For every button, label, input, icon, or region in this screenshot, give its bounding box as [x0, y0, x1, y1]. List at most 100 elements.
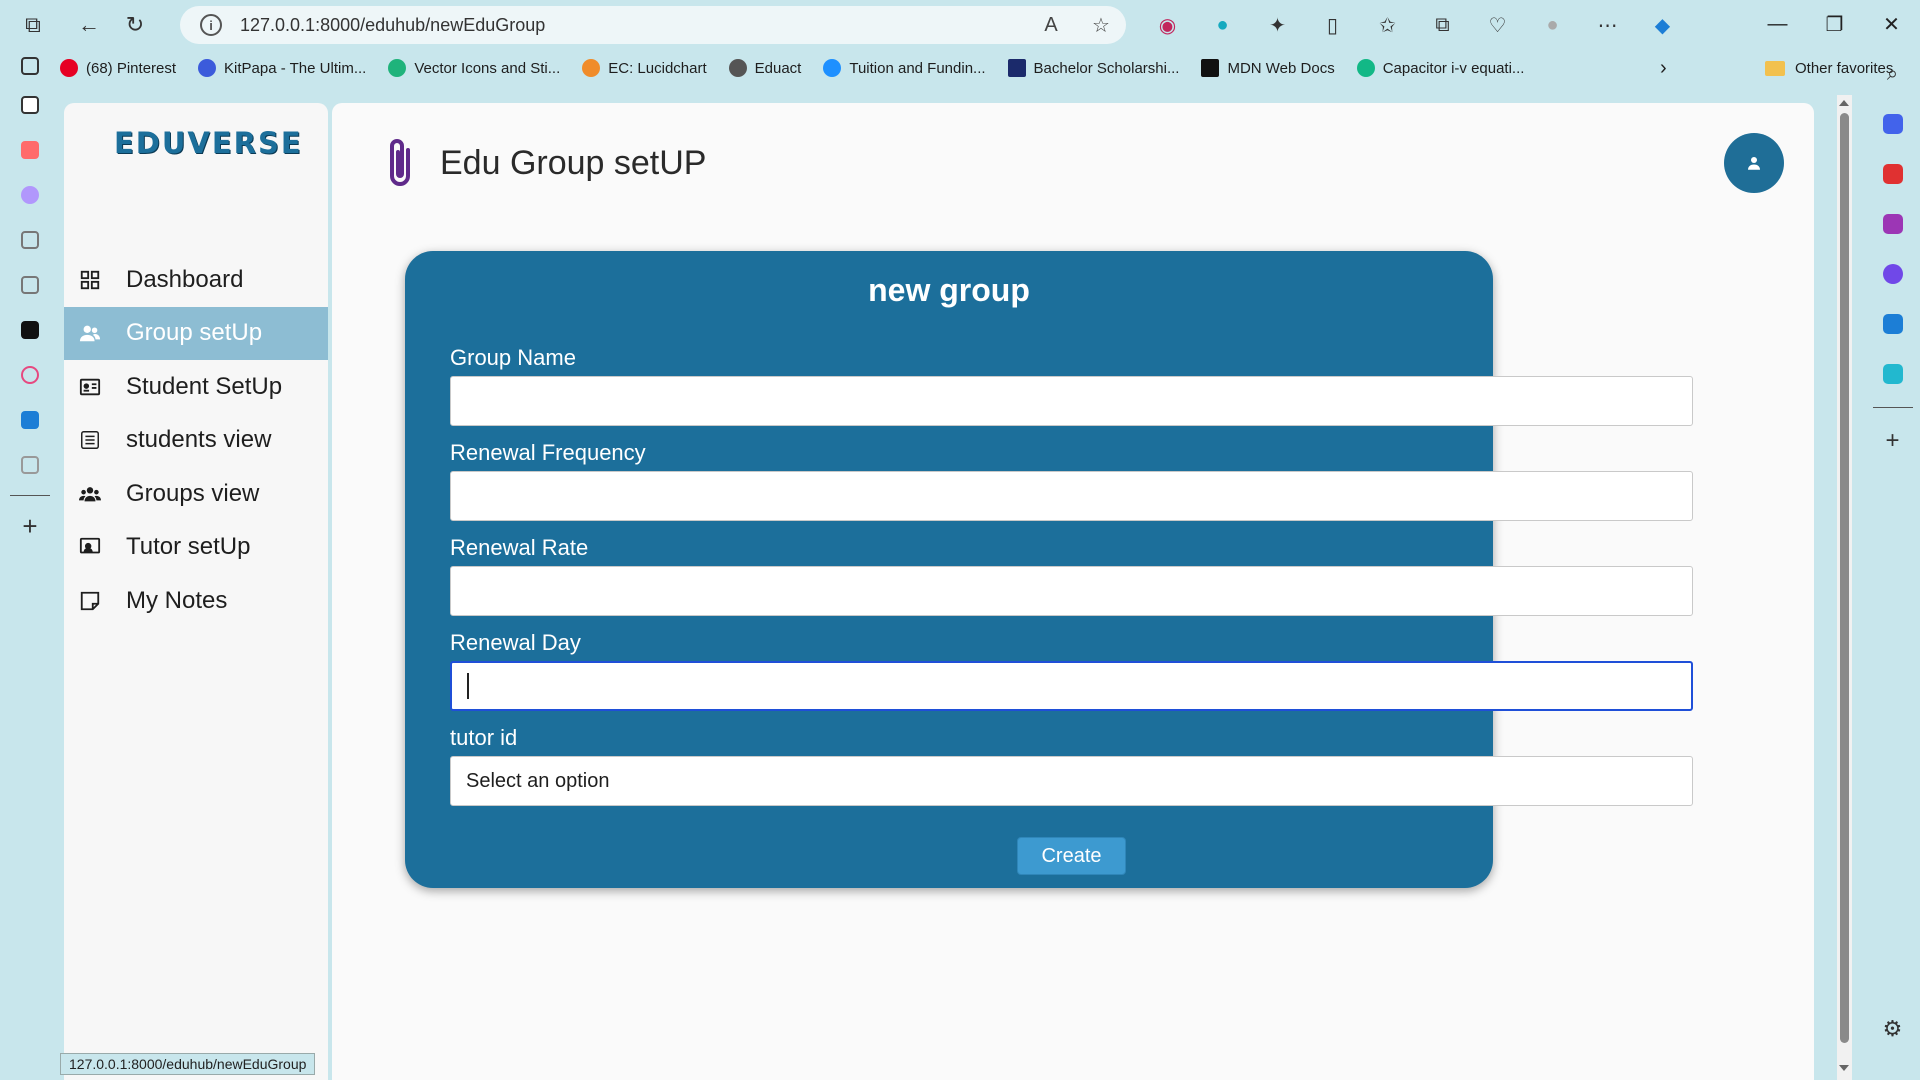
- bookmark-label: (68) Pinterest: [86, 59, 177, 77]
- page-viewport: EDUVERSE Dashboard Group setUp Student S…: [60, 95, 1838, 1080]
- tab-icon[interactable]: [0, 442, 60, 487]
- paperclip-icon: [390, 139, 410, 186]
- m365-icon[interactable]: [1865, 249, 1920, 299]
- sidebar-item-label: Groups view: [126, 479, 260, 507]
- scholarship-icon: [1007, 59, 1026, 77]
- vertical-tab-bar: +: [0, 50, 60, 1080]
- create-button[interactable]: Create: [1017, 837, 1126, 875]
- settings-icon[interactable]: ⚙: [1865, 1004, 1920, 1054]
- bookmark-item[interactable]: Vector Icons and Sti...: [388, 59, 560, 77]
- group-name-label: Group Name: [450, 345, 576, 370]
- games-icon[interactable]: [1865, 199, 1920, 249]
- collections-icon[interactable]: ⧉: [1415, 6, 1470, 44]
- bookmark-label: Capacitor i-v equati...: [1382, 59, 1525, 77]
- renewal-frequency-input[interactable]: [450, 471, 1693, 521]
- extension-icon[interactable]: ◉: [1140, 6, 1195, 44]
- renewal-day-input[interactable]: [450, 661, 1693, 711]
- tab-icon[interactable]: [0, 172, 60, 217]
- user-icon: [1748, 157, 1760, 170]
- tools-icon[interactable]: [1865, 149, 1920, 199]
- sidebar-item-label: Dashboard: [126, 265, 244, 293]
- tab-icon[interactable]: [0, 217, 60, 262]
- scroll-thumb[interactable]: [1840, 113, 1849, 1043]
- sidebar-item-my-notes[interactable]: My Notes: [64, 574, 328, 628]
- address-bar[interactable]: i 127.0.0.1:8000/eduhub/newEduGroup A ☆: [180, 6, 1126, 44]
- tab-icon[interactable]: [0, 307, 60, 352]
- kitpapa-icon: [198, 59, 217, 77]
- bookmark-item[interactable]: MDN Web Docs: [1201, 59, 1335, 77]
- shopping-icon[interactable]: [1865, 99, 1920, 149]
- renewal-rate-input[interactable]: [450, 566, 1693, 616]
- address-url[interactable]: 127.0.0.1:8000/eduhub/newEduGroup: [240, 15, 1026, 36]
- sidebar-item-groups-view[interactable]: Groups view: [64, 467, 328, 521]
- sidebar-item-group-setup[interactable]: Group setUp: [64, 306, 328, 360]
- site-info-icon[interactable]: i: [200, 14, 222, 36]
- bookmark-item[interactable]: (68) Pinterest: [60, 59, 176, 77]
- tutor-id-select[interactable]: Select an option: [450, 756, 1693, 806]
- app-logo[interactable]: EDUVERSE: [114, 126, 301, 160]
- active-tab-icon[interactable]: [0, 82, 60, 127]
- pinterest-icon: [60, 59, 78, 77]
- profile-icon[interactable]: ●: [1525, 6, 1580, 44]
- bookmark-item[interactable]: Bachelor Scholarshi...: [1007, 59, 1180, 77]
- right-sidebar: ⌕ + ⚙: [1865, 49, 1920, 1080]
- copilot-icon[interactable]: ◆: [1635, 6, 1690, 44]
- favorite-star-icon[interactable]: ☆: [1076, 13, 1126, 38]
- tab-icon[interactable]: [0, 262, 60, 307]
- close-icon[interactable]: ✕: [1863, 0, 1920, 49]
- grammarly-icon[interactable]: ●: [1195, 6, 1250, 44]
- bookmark-item[interactable]: Tuition and Fundin...: [823, 59, 986, 77]
- bookmark-item[interactable]: KitPapa - The Ultim...: [198, 59, 366, 77]
- send-icon[interactable]: [1865, 349, 1920, 399]
- page-scrollbar[interactable]: [1837, 95, 1852, 1080]
- add-icon[interactable]: +: [1865, 416, 1920, 466]
- sidebar-item-student-setup[interactable]: Student SetUp: [64, 360, 328, 414]
- outlook-icon[interactable]: [1865, 299, 1920, 349]
- search-icon[interactable]: ⌕: [1865, 49, 1920, 99]
- sidebar-item-label: My Notes: [126, 586, 228, 614]
- refresh-icon[interactable]: ↻: [112, 5, 158, 45]
- tab-actions-icon[interactable]: [0, 50, 60, 82]
- group-name-input[interactable]: [450, 376, 1693, 426]
- bookmark-label: EC: Lucidchart: [608, 59, 707, 77]
- scroll-down-icon[interactable]: [1839, 1065, 1849, 1071]
- more-icon[interactable]: ⋯: [1580, 6, 1635, 44]
- extensions-row: ◉ ● ✦ ▯ ✩ ⧉ ♡ ● ⋯ ◆: [1140, 6, 1690, 44]
- favorites-icon[interactable]: ✩: [1360, 6, 1415, 44]
- back-icon[interactable]: ←: [66, 5, 112, 45]
- puzzle-icon[interactable]: ✦: [1250, 6, 1305, 44]
- bookmark-label: Vector Icons and Sti...: [414, 59, 561, 77]
- app-sidebar: EDUVERSE Dashboard Group setUp Student S…: [64, 103, 328, 1080]
- text-caret: [467, 673, 469, 699]
- sidebar-item-tutor-setup[interactable]: Tutor setUp: [64, 521, 328, 575]
- form-title: new group: [868, 272, 1030, 308]
- lucidchart-icon: [582, 59, 601, 77]
- split-screen-icon[interactable]: ▯: [1305, 6, 1360, 44]
- mdn-icon: [1201, 59, 1220, 77]
- bookmark-item[interactable]: Eduact: [728, 59, 802, 77]
- tab-icon[interactable]: [0, 397, 60, 442]
- workspaces-icon[interactable]: ⧉: [0, 5, 66, 45]
- sidebar-item-label: Tutor setUp: [126, 533, 251, 561]
- bookmark-label: Bachelor Scholarshi...: [1033, 59, 1180, 77]
- bookmark-label: Eduact: [754, 59, 802, 77]
- minimize-icon[interactable]: —: [1749, 0, 1806, 49]
- read-aloud-icon[interactable]: A: [1026, 14, 1076, 37]
- new-tab-icon[interactable]: +: [0, 504, 60, 549]
- sidebar-item-label: Group setUp: [126, 319, 263, 347]
- capacitor-icon: [1356, 59, 1375, 77]
- performance-icon[interactable]: ♡: [1470, 6, 1525, 44]
- bookmark-item[interactable]: EC: Lucidchart: [582, 59, 707, 77]
- restore-icon[interactable]: ❐: [1806, 0, 1863, 49]
- sidebar-item-dashboard[interactable]: Dashboard: [64, 253, 328, 307]
- youtube-tab-icon[interactable]: [0, 127, 60, 172]
- scroll-up-icon[interactable]: [1839, 100, 1849, 106]
- folder-icon: [1765, 60, 1785, 76]
- react-tab-icon[interactable]: [0, 352, 60, 397]
- sidebar-item-label: students view: [126, 426, 272, 454]
- chevron-right-icon[interactable]: ›: [1660, 57, 1667, 80]
- user-avatar[interactable]: [1724, 133, 1784, 193]
- bookmarks-bar: (68) Pinterest KitPapa - The Ultim... Ve…: [60, 50, 1920, 86]
- sidebar-item-students-view[interactable]: students view: [64, 414, 328, 468]
- bookmark-item[interactable]: Capacitor i-v equati...: [1356, 59, 1525, 77]
